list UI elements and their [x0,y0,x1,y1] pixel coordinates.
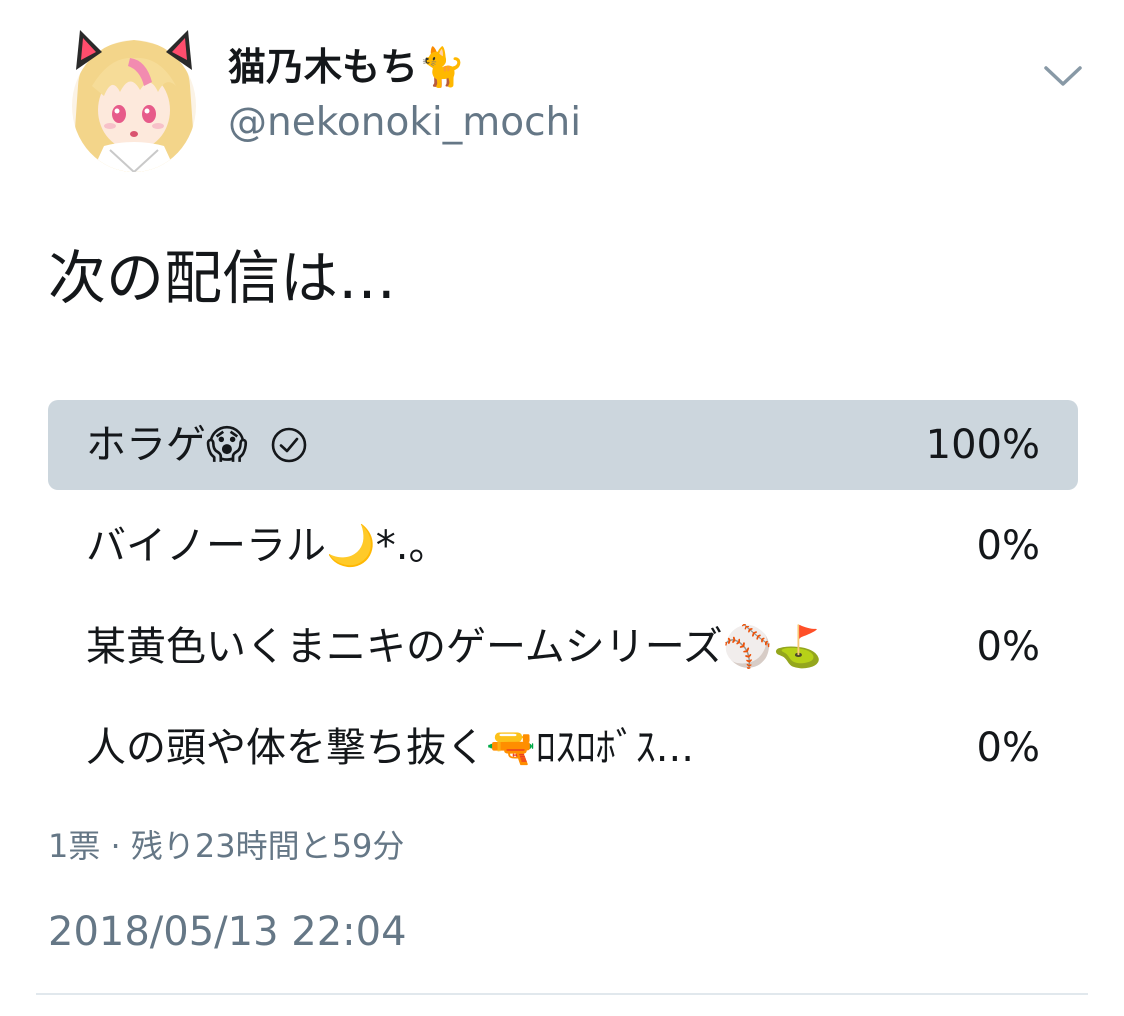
poll-option-text: 人の頭や体を撃ち抜く🔫ﾛｽﾛﾎﾞｽ... [86,725,694,771]
author-handle[interactable]: @nekonoki_mochi [228,98,581,148]
poll-option-percent: 0% [976,523,1040,569]
author-display-name[interactable]: 猫乃木もち🐈 [228,40,465,94]
poll-option-label: ホラゲ😱 [86,400,308,490]
poll-option[interactable]: バイノーラル🌙*.。 0% [48,501,1078,591]
poll-option[interactable]: 人の頭や体を撃ち抜く🔫ﾛｽﾛﾎﾞｽ... 0% [48,703,1078,793]
check-circle-icon [271,427,307,463]
poll-option-text: ホラゲ😱 [86,422,248,468]
chevron-down-icon[interactable] [1040,58,1086,94]
poll-option-percent: 0% [976,624,1040,670]
poll-option-label: 某黄色いくまニキのゲームシリーズ⚾⛳ [86,602,822,692]
poll-meta: 1票 · 残り23時間と59分 [48,827,405,865]
poll-option[interactable]: ホラゲ😱 100% [48,400,1078,490]
avatar[interactable] [70,26,198,172]
poll-option-label: 人の頭や体を撃ち抜く🔫ﾛｽﾛﾎﾞｽ... [86,703,694,793]
poll-option-text: 某黄色いくまニキのゲームシリーズ⚾⛳ [86,624,823,670]
tweet-timestamp[interactable]: 2018/05/13 22:04 [48,906,407,958]
poll: ホラゲ😱 100% バイノーラル🌙*.。 0% 某黄色いくまニキのゲームシリーズ… [48,400,1078,804]
tweet-text: 次の配信は… [48,244,397,312]
divider [36,993,1088,995]
poll-option-text: バイノーラル🌙*.。 [86,523,449,569]
poll-option[interactable]: 某黄色いくまニキのゲームシリーズ⚾⛳ 0% [48,602,1078,692]
poll-option-percent: 0% [976,725,1040,771]
poll-option-label: バイノーラル🌙*.。 [86,501,449,591]
poll-option-percent: 100% [925,422,1040,468]
